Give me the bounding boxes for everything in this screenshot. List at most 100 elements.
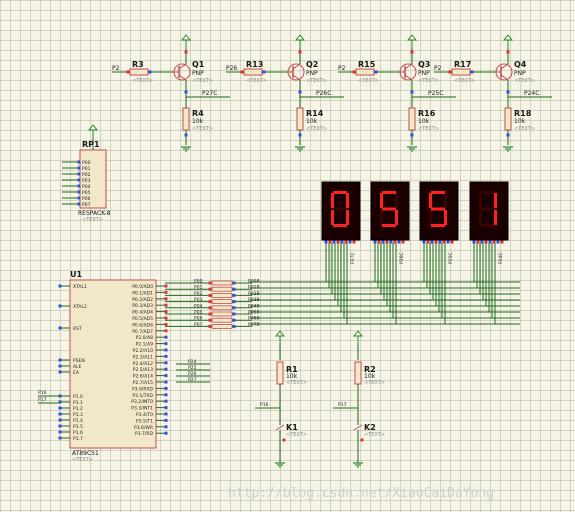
mcu-pin-label: P2.1/A9 <box>136 342 153 348</box>
pin-marker <box>77 172 81 176</box>
resistor-ref: R13 <box>246 60 263 69</box>
pin-marker <box>77 184 81 188</box>
power-arrow <box>274 330 286 337</box>
pin-marker <box>58 418 62 422</box>
resistor-ref: R15 <box>358 60 376 69</box>
pin-marker <box>58 284 62 288</box>
pin-marker <box>500 240 504 244</box>
mcu-pin-label: P2.5/A13 <box>133 367 153 373</box>
mcu-pin-label: P1.6 <box>73 430 83 436</box>
pin-marker <box>208 318 212 322</box>
pushbutton-icon <box>353 424 363 431</box>
pin-marker <box>164 406 168 410</box>
text-placeholder: <TEXT> <box>72 457 93 463</box>
series-resistor <box>211 299 233 305</box>
display-common-net: P26C <box>399 252 405 264</box>
mcu-pin-label: P0.1/AD1 <box>132 290 153 296</box>
base-net-label: P2 <box>112 65 120 72</box>
resistor-value: 10k <box>418 118 430 125</box>
rp1-pin-label: P02 <box>82 172 91 178</box>
pin-marker <box>232 300 236 304</box>
pin-marker <box>446 240 450 244</box>
mcu-pin-label: P2.2/A10 <box>133 348 153 354</box>
pin-marker <box>164 418 168 422</box>
rp1-pin-label: P03 <box>82 178 91 184</box>
bus-in-label: P03 <box>194 297 203 303</box>
pin-marker <box>298 90 302 94</box>
pin-marker <box>58 406 62 410</box>
display-segment <box>395 210 398 225</box>
pin-marker <box>506 133 510 137</box>
display-segment <box>431 224 445 227</box>
transistor-type: PNP <box>306 70 318 77</box>
display-segment <box>331 210 334 225</box>
display-segment <box>333 224 347 227</box>
display-segment <box>380 193 383 208</box>
display-common-net: P24C <box>498 252 504 264</box>
pin-marker <box>506 50 510 54</box>
display-segment <box>444 210 447 225</box>
power-arrow <box>294 34 306 41</box>
mcu-pin-label: P3.5/T1 <box>136 418 153 424</box>
output-net-label: P26C <box>316 90 331 97</box>
seven-segment-display <box>370 181 410 241</box>
text-placeholder: <TEXT> <box>418 126 439 132</box>
power-symbol-icon <box>406 34 418 48</box>
pin-marker <box>164 316 168 320</box>
power-arrow <box>180 34 192 41</box>
button-ref: K1 <box>286 423 298 432</box>
power-symbol-icon <box>274 330 286 344</box>
mcu-pin-label: P3.1/TXD <box>132 393 153 399</box>
pin-marker <box>58 436 62 440</box>
bus-in-label: P02 <box>194 291 203 297</box>
transistor-type: PNP <box>418 70 430 77</box>
pin-marker <box>164 348 168 352</box>
pin-marker <box>164 425 168 429</box>
text-placeholder: <TEXT> <box>246 78 267 84</box>
display-segment <box>479 210 482 225</box>
resistor-ref: R14 <box>306 109 324 118</box>
schematic-svg: P2 R3<TEXT>Q1PNP<TEXT>P27CR410k<TEXT>P26 R… <box>38 34 552 501</box>
mcu-net-label: P17 <box>38 397 47 403</box>
pin-marker <box>232 318 236 322</box>
pin-marker <box>77 178 81 182</box>
seven-segment-display <box>419 181 459 241</box>
pin-marker <box>164 361 168 365</box>
display-segment <box>431 207 445 211</box>
mcu-ref: U1 <box>70 270 82 279</box>
bus-out-label: P03B <box>248 297 260 303</box>
pin-marker <box>450 240 454 244</box>
power-arrow <box>502 34 514 41</box>
bus-in-label: P06 <box>194 316 203 322</box>
power-arrow <box>352 330 364 337</box>
mcu-pin-label: ALE <box>73 364 82 370</box>
mcu-pin-label: P1.0 <box>73 394 83 400</box>
mcu-pin-label: P1.2 <box>73 406 83 412</box>
pin-marker <box>58 364 62 368</box>
rp1-pin-label: P01 <box>82 166 91 172</box>
output-net-label: P25C <box>428 90 443 97</box>
pin-marker <box>164 367 168 371</box>
text-placeholder: <TEXT> <box>192 78 213 84</box>
base-resistor <box>355 68 375 76</box>
mcu-pin-label: P2.6/A14 <box>133 374 153 380</box>
pin-marker <box>410 133 414 137</box>
mcu-pin-label: P2.0/A8 <box>136 335 153 341</box>
pin-marker <box>240 70 244 74</box>
collector-resistor <box>408 107 416 131</box>
text-placeholder: <TEXT> <box>454 78 475 84</box>
ground-symbol-icon <box>295 146 305 152</box>
series-resistor <box>211 292 233 298</box>
text-placeholder: <TEXT> <box>132 78 153 84</box>
text-placeholder: <TEXT> <box>358 78 379 84</box>
mcu-pin-label: P0.7/AD7 <box>132 329 153 335</box>
pin-marker <box>208 300 212 304</box>
output-net-label: P27C <box>202 90 217 97</box>
mcu-pin-label: P3.0/RXD <box>132 386 154 392</box>
text-placeholder: <TEXT> <box>306 78 327 84</box>
base-net-label: P2 <box>338 65 346 72</box>
mcu-pin-label: P0.6/AD6 <box>132 322 153 328</box>
mcu-pin-label: P2.4/A12 <box>133 361 153 367</box>
pin-marker <box>232 287 236 291</box>
rp1-ref: RP1 <box>82 140 100 149</box>
